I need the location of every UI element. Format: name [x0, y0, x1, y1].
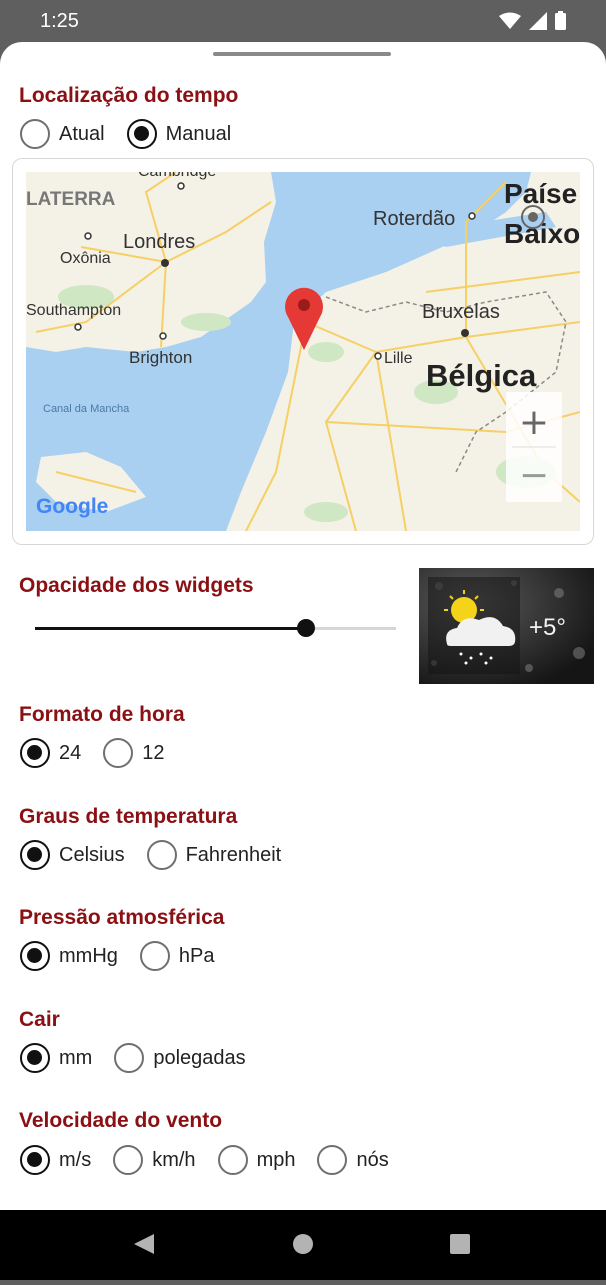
wind-speed-title: Velocidade do vento [19, 1109, 223, 1132]
map-label-london: Londres [123, 231, 195, 253]
navigation-bar [0, 1210, 606, 1280]
map-label-brussels: Bruxelas [422, 301, 500, 323]
status-time: 1:25 [40, 10, 79, 32]
wind-option-kmh[interactable]: km/h [113, 1145, 196, 1175]
home-icon[interactable] [293, 1234, 313, 1254]
time-format-radio-group: 24 12 [20, 738, 187, 768]
location-title: Localização do tempo [19, 84, 239, 107]
radio-label: Celsius [59, 843, 125, 866]
radio-label: km/h [152, 1148, 196, 1171]
radio-label: hPa [178, 944, 215, 967]
map-canvas[interactable]: LATERRA Cambridge Londres Oxônia Southam… [26, 172, 580, 531]
map-view[interactable]: LATERRA Cambridge Londres Oxônia Southam… [26, 172, 580, 531]
radio-circle-selected[interactable] [20, 941, 50, 971]
location-option-manual[interactable]: Manual [126, 119, 232, 149]
time-format-option-24[interactable]: 24 [20, 738, 81, 768]
map-label-brighton: Brighton [129, 348, 192, 367]
location-option-current[interactable]: Atual [20, 119, 105, 149]
wind-speed-radio-group: m/s km/h mph nós [20, 1145, 411, 1175]
map-label-rotterdam: Roterdão [373, 208, 455, 230]
radio-label: mm [59, 1046, 93, 1069]
pressure-title: Pressão atmosférica [19, 906, 225, 929]
google-logo: Google [36, 495, 108, 518]
radio-label: mmHg [59, 944, 118, 967]
radio-circle[interactable] [114, 1043, 145, 1073]
slider-fill [35, 627, 306, 630]
battery-icon [555, 11, 566, 35]
radio-circle[interactable] [317, 1145, 348, 1175]
radio-label: m/s [59, 1148, 92, 1171]
wind-option-mph[interactable]: mph [217, 1145, 296, 1175]
wind-option-ms[interactable]: m/s [20, 1145, 91, 1175]
radio-label: Manual [165, 122, 232, 145]
map-label-channel: Canal da Mancha [43, 403, 130, 415]
pressure-radio-group: mmHg hPa [20, 941, 236, 971]
radio-circle-selected[interactable] [126, 119, 157, 149]
recents-icon[interactable] [450, 1234, 470, 1254]
radio-circle-selected[interactable] [20, 1145, 50, 1175]
precipitation-title: Cair [19, 1008, 60, 1031]
map-label-lille: Lille [384, 350, 413, 367]
radio-label: Fahrenheit [185, 843, 282, 866]
signal-icon [529, 11, 547, 35]
slider-thumb[interactable] [296, 619, 315, 637]
precipitation-option-inches[interactable]: polegadas [114, 1043, 246, 1073]
time-format-title: Formato de hora [19, 703, 185, 726]
radio-circle[interactable] [217, 1145, 248, 1175]
radio-label: 12 [142, 741, 165, 764]
pressure-option-mmhg[interactable]: mmHg [20, 941, 118, 971]
opacity-slider[interactable] [35, 619, 396, 637]
pressure-option-hpa[interactable]: hPa [139, 941, 215, 971]
radio-label: nós [356, 1148, 389, 1171]
location-radio-group: Atual Manual [20, 119, 253, 149]
radio-circle[interactable] [103, 738, 134, 768]
radio-circle[interactable] [113, 1145, 144, 1175]
sheet-drag-handle[interactable] [213, 52, 391, 56]
radio-label: mph [256, 1148, 296, 1171]
radio-circle[interactable] [146, 840, 177, 870]
precipitation-radio-group: mm polegadas [20, 1043, 268, 1073]
opacity-title: Opacidade dos widgets [19, 574, 254, 597]
settings-sheet: Localização do tempo Atual Manual LATERR… [0, 42, 606, 1210]
map-card: LATERRA Cambridge Londres Oxônia Southam… [12, 158, 594, 545]
zoom-in-button[interactable]: + [519, 402, 549, 443]
wind-option-knots[interactable]: nós [317, 1145, 389, 1175]
zoom-out-button[interactable]: − [519, 455, 549, 496]
radio-circle-selected[interactable] [20, 738, 50, 768]
precipitation-option-mm[interactable]: mm [20, 1043, 92, 1073]
map-label-southampton: Southampton [26, 302, 121, 319]
status-bar: 1:25 [0, 0, 606, 42]
preview-temperature: +5° [529, 614, 566, 641]
map-label-belgium: Bélgica [426, 358, 537, 393]
widget-preview: +5° [419, 568, 594, 684]
wifi-icon [499, 12, 521, 35]
temperature-option-fahrenheit[interactable]: Fahrenheit [146, 840, 282, 870]
map-label-oxford: Oxônia [60, 250, 111, 267]
temperature-title: Graus de temperatura [19, 805, 238, 828]
radio-circle-selected[interactable] [20, 1043, 50, 1073]
radio-label: 24 [59, 741, 82, 764]
back-icon[interactable] [134, 1234, 154, 1254]
radio-circle-selected[interactable] [20, 840, 50, 870]
radio-circle[interactable] [139, 941, 170, 971]
radio-label: polegadas [153, 1046, 246, 1069]
radio-label: Atual [59, 122, 105, 145]
time-format-option-12[interactable]: 12 [103, 738, 165, 768]
temperature-radio-group: Celsius Fahrenheit [20, 840, 303, 870]
temperature-option-celsius[interactable]: Celsius [20, 840, 125, 870]
radio-circle[interactable] [20, 119, 50, 149]
map-label-cambridge: Cambridge [138, 172, 216, 180]
map-label-england: LATERRA [26, 189, 116, 210]
map-label-netherlands-1: Paíse [504, 178, 577, 209]
